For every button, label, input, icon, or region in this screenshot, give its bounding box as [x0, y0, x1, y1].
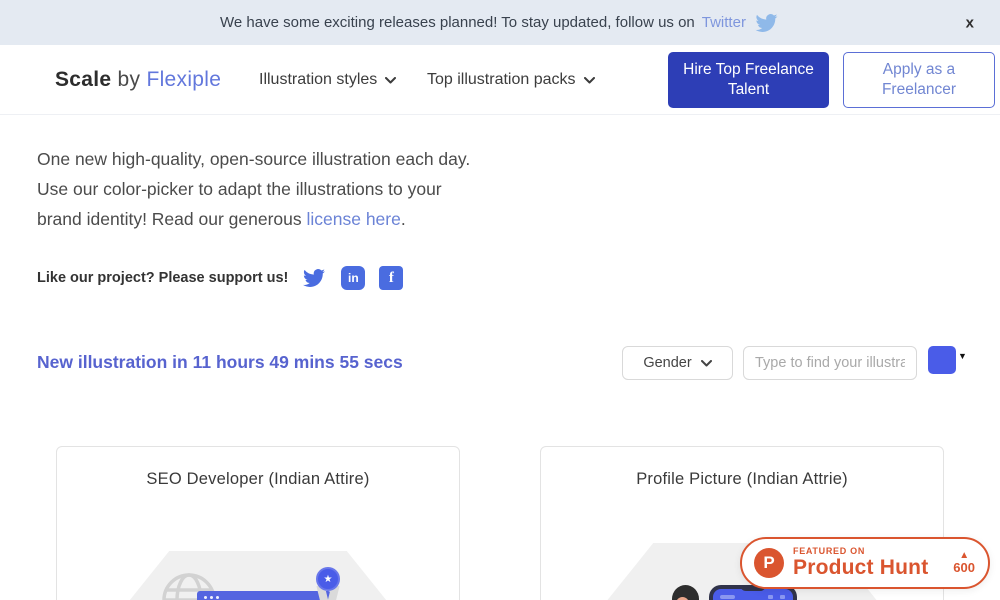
- chevron-down-icon: [584, 77, 595, 84]
- intro-line-2: Use our color-picker to adapt the illust…: [37, 174, 470, 204]
- intro-paragraph: One new high-quality, open-source illust…: [37, 144, 470, 234]
- twitter-icon[interactable]: [301, 267, 327, 289]
- gender-label: Gender: [643, 355, 691, 371]
- gender-dropdown[interactable]: Gender: [622, 346, 733, 380]
- color-picker-caret-icon[interactable]: ▼: [958, 351, 967, 361]
- countdown-timer: New illustration in 11 hours 49 mins 55 …: [37, 352, 403, 373]
- card-title: Profile Picture (Indian Attrie): [541, 470, 943, 489]
- product-hunt-badge[interactable]: P FEATURED ON Product Hunt ▲ 600: [740, 537, 990, 589]
- logo[interactable]: Scale by Flexiple: [55, 68, 221, 92]
- nav-label: Top illustration packs: [427, 71, 576, 89]
- browser-dots-icon: [204, 596, 219, 599]
- hire-talent-button[interactable]: Hire Top Freelance Talent: [668, 52, 829, 108]
- support-row: Like our project? Please support us! in …: [37, 265, 403, 291]
- nav-illustration-styles[interactable]: Illustration styles: [259, 45, 396, 115]
- card-title: SEO Developer (Indian Attire): [57, 470, 459, 489]
- intro-line-1: One new high-quality, open-source illust…: [37, 144, 470, 174]
- logo-scale: Scale: [55, 68, 111, 91]
- license-link[interactable]: license here: [306, 209, 400, 229]
- countdown-label: New illustration in: [37, 352, 188, 372]
- close-icon[interactable]: x: [966, 14, 974, 31]
- intro-line-3-period: .: [401, 209, 406, 229]
- social-icons: in f: [301, 266, 403, 290]
- support-label: Like our project? Please support us!: [37, 270, 288, 286]
- chevron-down-icon: [701, 360, 712, 367]
- banner-message: We have some exciting releases planned! …: [220, 14, 695, 31]
- nav-top-illustration-packs[interactable]: Top illustration packs: [427, 45, 595, 115]
- search-input[interactable]: [743, 346, 917, 380]
- site-header: Scale by Flexiple Illustration styles To…: [0, 45, 1000, 115]
- intro-line-3-text: brand identity! Read our generous: [37, 209, 306, 229]
- facebook-icon[interactable]: f: [379, 266, 403, 290]
- browser-bar-illustration: [197, 591, 331, 600]
- illustration-card-seo-developer[interactable]: SEO Developer (Indian Attire) ★: [56, 446, 460, 600]
- color-picker-swatch[interactable]: [928, 346, 956, 374]
- product-hunt-text: FEATURED ON Product Hunt: [793, 547, 928, 578]
- product-hunt-logo-icon: P: [754, 548, 784, 578]
- linkedin-icon[interactable]: in: [341, 266, 365, 290]
- product-hunt-name: Product Hunt: [793, 557, 928, 579]
- intro-line-3: brand identity! Read our generous licens…: [37, 204, 470, 234]
- apply-freelancer-button[interactable]: Apply as a Freelancer: [843, 52, 995, 108]
- logo-flexiple: Flexiple: [146, 68, 221, 91]
- twitter-link[interactable]: Twitter: [702, 14, 746, 31]
- twitter-icon: [753, 12, 780, 34]
- star-badge-icon: ★: [316, 567, 340, 591]
- announcement-banner: We have some exciting releases planned! …: [0, 0, 1000, 45]
- upvote-block[interactable]: ▲ 600: [953, 550, 975, 575]
- upvote-count: 600: [953, 561, 975, 575]
- nav-label: Illustration styles: [259, 71, 377, 89]
- logo-by: by: [118, 68, 141, 91]
- chevron-down-icon: [385, 77, 396, 84]
- countdown-value: 11 hours 49 mins 55 secs: [193, 352, 403, 372]
